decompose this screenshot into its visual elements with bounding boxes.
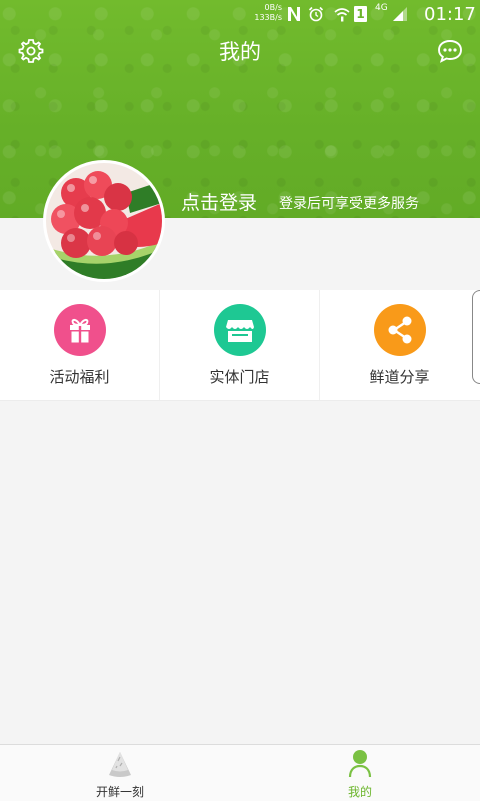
chat-bubble-icon: [438, 40, 462, 63]
store-icon: [226, 320, 254, 342]
status-bar: 0B/s 133B/s 1 4G 01:17: [0, 0, 480, 30]
net-up-speed: 0B/s: [264, 3, 282, 12]
menu-item-share[interactable]: 鲜道分享: [320, 290, 479, 400]
menu-item-label: 鲜道分享: [369, 368, 430, 386]
signal-icon: [393, 7, 407, 21]
watermelon-avatar: [46, 163, 162, 279]
user-icon: [348, 750, 372, 778]
menu-item-physical-store[interactable]: 实体门店: [160, 290, 319, 400]
floating-side-handle[interactable]: [472, 290, 480, 384]
avatar[interactable]: [46, 163, 162, 279]
wifi-icon: [334, 8, 350, 22]
menu-item-label: 实体门店: [209, 368, 270, 386]
network-speed: 0B/s 133B/s: [246, 3, 282, 23]
tab-label: 我的: [347, 785, 372, 799]
menu-item-activity-benefits[interactable]: 活动福利: [0, 290, 159, 400]
menu-item-label: 活动福利: [49, 368, 110, 386]
share-icon: [388, 316, 412, 344]
login-link[interactable]: 点击登录: [181, 188, 257, 215]
watermelon-slice-icon: [109, 752, 131, 777]
network-type: 4G: [375, 3, 388, 13]
sim-slot-number: 1: [356, 7, 365, 21]
alarm-icon: [308, 6, 324, 22]
net-down-speed: 133B/s: [254, 13, 282, 22]
tab-fresh-moment[interactable]: 开鲜一刻: [0, 745, 240, 801]
gift-icon: [70, 318, 90, 343]
page-title: 我的: [219, 40, 261, 64]
share-icon-circle: [374, 304, 426, 356]
tab-label: 开鲜一刻: [95, 785, 144, 799]
nfc-icon: [288, 7, 300, 21]
message-button[interactable]: [436, 38, 464, 64]
feature-menu: 活动福利 实体门店 鲜道分享: [0, 290, 480, 401]
store-icon-circle: [214, 304, 266, 356]
login-hint: 登录后可享受更多服务: [279, 196, 419, 212]
gift-icon-circle: [54, 304, 106, 356]
status-time: 01:17: [424, 4, 476, 25]
tab-mine[interactable]: 我的: [240, 745, 480, 801]
sim-icon: 1: [354, 6, 367, 22]
bottom-tab-bar: 开鲜一刻 我的: [0, 744, 480, 801]
